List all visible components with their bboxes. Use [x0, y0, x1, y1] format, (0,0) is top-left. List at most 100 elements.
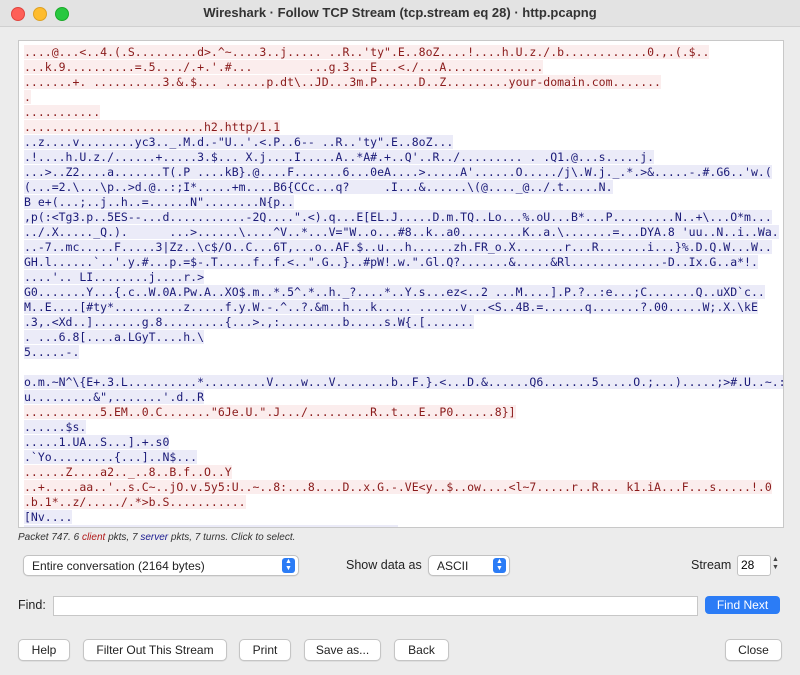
stream-line: B e+(...;..j..h..=......N"........N{p..: [24, 195, 778, 210]
stream-line: u.........&",.......'.d..R: [24, 390, 778, 405]
chevron-updown-icon: ▲ ▼: [493, 558, 506, 573]
stream-line-text: ...k.9..........=.5..../.+.'.#... ...g.3…: [24, 60, 544, 74]
stream-line: .....1.UA..S...].+.s0: [24, 435, 778, 450]
stream-line-text: .b.1*..z/...../.*>b.S...........: [24, 495, 246, 509]
back-button[interactable]: Back: [394, 639, 449, 661]
status-client-count: 6: [73, 532, 80, 543]
stream-line: ,p(:<Tg3.p..5ES--...d...........-2Q...."…: [24, 210, 778, 225]
stream-line-text: M..E....[#ty*..........z.....f.y.W.-.^..…: [24, 300, 758, 314]
stream-line: M..E....[#ty*..........z.....f.y.W.-.^..…: [24, 300, 778, 315]
stream-line: ..........................h2.http/1.1: [24, 120, 778, 135]
server-segment[interactable]: [Nv.....~U@A..$....5u....#....Itfj..q.4{…: [24, 510, 778, 527]
stream-line: ....'.. LI........j....r.>: [24, 270, 778, 285]
stream-number-value: 28: [741, 558, 755, 572]
stream-line: ../.X....._Q.). ...>......\....^V..*...V…: [24, 225, 779, 240]
stream-line: .b.1*..z/...../.*>b.S...........: [24, 495, 778, 510]
stream-line-text: .....1.UA..S...].+.s0: [24, 435, 170, 449]
stream-line-text: G0.......Y...{.c..W.0A.Pw.A..XO$.m..*.5^…: [24, 285, 765, 299]
stream-line-text: ......Z....a2.._..8..B.f..O..Y: [24, 465, 232, 479]
status-client-word: client: [81, 532, 106, 543]
server-segment[interactable]: ......$s. .....1.UA..S...].+.s0 .`Yo......…: [24, 420, 778, 465]
stream-line: .3,.<Xd..].......g.8.........{...>.,:...…: [24, 315, 778, 330]
stream-line-text: .......+. ..........3.&.$... ......p.dt\…: [24, 75, 661, 89]
server-segment[interactable]: o.m.~N^\{E+.3.L..........*.........V....…: [24, 375, 783, 405]
stream-line-text: ..z....v........yc3.._.M.d.-"U..'.<.P..6…: [24, 135, 454, 149]
stream-line: ...........5.EM..0.C......."6Je.U.".J...…: [24, 405, 778, 420]
stream-line-text: .~U@A..$....5u....#....Itfj..q.4{.Y.....…: [24, 525, 398, 527]
stream-number-field[interactable]: 28: [737, 555, 771, 576]
stream-line-text: ..-7..mc.....F.....3|Zz..\c$/O..C...6T,.…: [24, 240, 772, 254]
stream-line-text: .!....h.U.z./......+.....3.$... X.j....I…: [24, 150, 655, 164]
status-mid: pkts,: [105, 532, 132, 543]
stream-line-text: (...=2.\...\p..>d.@..:;I*.....+m....B6{C…: [24, 180, 613, 194]
stream-line-text: ../.X....._Q.). ...>......\....^V..*...V…: [24, 225, 779, 239]
stream-line: G0.......Y...{.c..W.0A.Pw.A..XO$.m..*.5^…: [24, 285, 778, 300]
stream-line-text: u.........&",.......'.d..R: [24, 390, 205, 404]
stream-line-text: ...........: [24, 105, 101, 119]
find-next-button[interactable]: Find Next: [705, 596, 780, 614]
stream-line-text: [Nv....: [24, 510, 73, 524]
stream-line-text: .`Yo.........{...]..N$...: [24, 450, 198, 464]
stream-line: ...>..Z2....a.......T(.P ....kB}.@....F.…: [24, 165, 778, 180]
client-segment[interactable]: ......Z....a2.._..8..B.f..O..Y ..+.....aa…: [24, 465, 778, 510]
packet-status: Packet 747. 6 client pkts, 7 server pkts…: [18, 532, 295, 543]
title-bar: Wireshark · Follow TCP Stream (tcp.strea…: [0, 0, 800, 27]
stream-line: ....@...<..4.(.S.........d>.^~....3..j..…: [24, 45, 778, 60]
stream-line-text: o.m.~N^\{E+.3.L..........*.........V....…: [24, 375, 783, 389]
status-server-count: 7: [131, 532, 138, 543]
client-segment[interactable]: ....@...<..4.(.S.........d>.^~....3..j..…: [24, 45, 778, 135]
stream-line-text: ......$s.: [24, 420, 87, 434]
stream-line: GH.l......`..'.y.#...p.=$-.T.....f..f.<.…: [24, 255, 778, 270]
stream-line-text: ,p(:<Tg3.p..5ES--...d...........-2Q...."…: [24, 210, 772, 224]
stream-line: ...k.9..........=.5..../.+.'.#... ...g.3…: [24, 60, 778, 75]
stream-line-text: .: [24, 90, 31, 104]
help-button[interactable]: Help: [18, 639, 70, 661]
client-segment[interactable]: ...........5.EM..0.C......."6Je.U.".J...…: [24, 405, 778, 420]
close-button[interactable]: Close: [725, 639, 782, 661]
chevron-updown-icon: ▲ ▼: [282, 558, 295, 573]
conversation-select-value: Entire conversation (2164 bytes): [32, 559, 205, 573]
stream-content-view[interactable]: ....@...<..4.(.S.........d>.^~....3..j..…: [18, 40, 784, 528]
stream-line-text: . ...6.8[....a.LGyT....h.\: [24, 330, 205, 344]
stream-line-text: ....@...<..4.(.S.........d>.^~....3..j..…: [24, 45, 710, 59]
stream-gap: [24, 360, 778, 375]
stream-line: . ...6.8[....a.LGyT....h.\: [24, 330, 778, 345]
stream-line: ..z....v........yc3.._.M.d.-"U..'.<.P..6…: [24, 135, 778, 150]
server-segment[interactable]: ..z....v........yc3.._.M.d.-"U..'.<.P..6…: [24, 135, 779, 360]
stream-line: .~U@A..$....5u....#....Itfj..q.4{.Y.....…: [24, 525, 778, 527]
stream-line-text: ....'.. LI........j....r.>: [24, 270, 205, 284]
status-server-word: server: [140, 532, 169, 543]
stream-line: 5.....-.: [24, 345, 778, 360]
print-button[interactable]: Print: [239, 639, 291, 661]
stream-line: .......+. ..........3.&.$... ......p.dt\…: [24, 75, 778, 90]
show-data-as-label: Show data as: [346, 558, 422, 572]
show-data-as-select[interactable]: ASCII ▲ ▼: [428, 555, 510, 576]
conversation-select[interactable]: Entire conversation (2164 bytes) ▲ ▼: [23, 555, 299, 576]
stream-line-text: .3,.<Xd..].......g.8.........{...>.,:...…: [24, 315, 475, 329]
stream-line-text: GH.l......`..'.y.#...p.=$-.T.....f..f.<.…: [24, 255, 758, 269]
stream-line: o.m.~N^\{E+.3.L..........*.........V....…: [24, 375, 783, 390]
find-label: Find:: [18, 598, 46, 612]
save-as-button[interactable]: Save as...: [304, 639, 381, 661]
show-data-as-value: ASCII: [437, 559, 469, 573]
stream-line: ..+.....aa..'..s.C~..jO.v.5y5:U..~..8:..…: [24, 480, 778, 495]
stream-line: [Nv....: [24, 510, 778, 525]
stream-stepper-icon[interactable]: ▲ ▼: [772, 556, 779, 572]
stream-line: ..-7..mc.....F.....3|Zz..\c$/O..C...6T,.…: [24, 240, 778, 255]
stream-line: (...=2.\...\p..>d.@..:;I*.....+m....B6{C…: [24, 180, 778, 195]
find-input[interactable]: [53, 596, 698, 616]
stream-line: ...........: [24, 105, 778, 120]
stream-line-text: 5.....-.: [24, 345, 80, 359]
stream-line-text: B e+(...;..j..h..=......N"........N{p..: [24, 195, 295, 209]
stream-line-text: ..........................h2.http/1.1: [24, 120, 281, 134]
filter-out-stream-button[interactable]: Filter Out This Stream: [83, 639, 227, 661]
stream-line: ......Z....a2.._..8..B.f..O..Y: [24, 465, 778, 480]
stream-line: .: [24, 90, 778, 105]
stream-line: .!....h.U.z./......+.....3.$... X.j....I…: [24, 150, 778, 165]
stream-label: Stream: [691, 558, 732, 572]
stream-text[interactable]: ....@...<..4.(.S.........d>.^~....3..j..…: [19, 41, 783, 527]
stream-line-text: ...........5.EM..0.C......."6Je.U.".J...…: [24, 405, 516, 419]
status-prefix: Packet 747.: [18, 532, 74, 543]
stream-line-text: ...>..Z2....a.......T(.P ....kB}.@....F.…: [24, 165, 772, 179]
status-suffix: pkts, 7 turns. Click to select.: [168, 532, 296, 543]
